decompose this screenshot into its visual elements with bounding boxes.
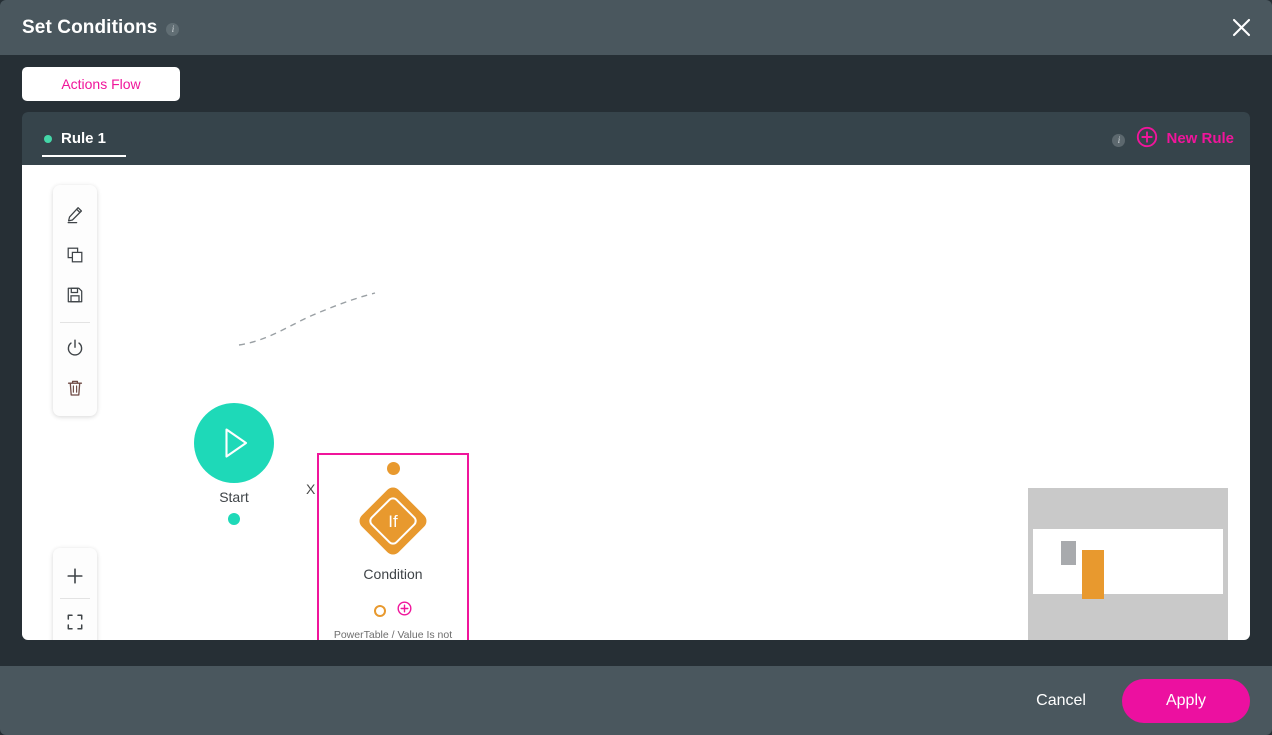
tab-actions-flow-label: Actions Flow	[61, 75, 141, 92]
if-diamond-icon: If	[356, 484, 430, 558]
add-condition-icon[interactable]	[397, 601, 412, 621]
trash-icon[interactable]	[58, 371, 92, 405]
pencil-icon[interactable]	[58, 198, 92, 232]
plus-circle-icon	[1136, 126, 1158, 152]
zoom-in-button[interactable]	[58, 559, 92, 593]
rule-status-dot	[44, 134, 52, 143]
subtab-bar: Actions Flow	[0, 55, 1272, 112]
dialog-body-spacer	[0, 640, 1272, 666]
edge-delete-marker[interactable]: X	[306, 481, 315, 497]
active-tab-underline	[42, 155, 126, 157]
flow-canvas[interactable]: X Start If Condition PowerTable / Value …	[22, 165, 1250, 640]
condition-expression: PowerTable / Value Is not empty AND Powe…	[333, 629, 453, 640]
tab-actions-flow[interactable]: Actions Flow	[22, 66, 180, 101]
then-branch-ports	[374, 601, 412, 621]
node-condition-label: Condition	[363, 566, 423, 582]
set-conditions-dialog: Set Conditions i Actions Flow Rule 1 i N…	[0, 0, 1272, 735]
minimap-node-condition	[1082, 550, 1104, 599]
start-output-port[interactable]	[228, 513, 240, 525]
power-icon[interactable]	[58, 331, 92, 365]
copy-icon[interactable]	[58, 238, 92, 272]
new-rule-button[interactable]: New Rule	[1136, 126, 1234, 152]
play-icon	[225, 428, 248, 458]
node-condition[interactable]: If Condition PowerTable / Value Is not e…	[317, 453, 469, 640]
node-toolbar	[53, 185, 97, 416]
tab-rule-1[interactable]: Rule 1	[42, 112, 126, 165]
start-circle	[194, 403, 274, 483]
canvas-minimap[interactable]	[1028, 488, 1228, 640]
rule-bar-actions: i New Rule	[1103, 126, 1234, 152]
condition-input-port[interactable]	[386, 462, 400, 475]
then-output-port[interactable]	[374, 605, 386, 617]
node-start-label: Start	[219, 489, 249, 505]
node-start[interactable]: Start	[193, 403, 275, 525]
rules-info-icon[interactable]: i	[1112, 133, 1126, 147]
rule-tab-bar: Rule 1 i New Rule	[22, 112, 1250, 165]
close-icon[interactable]	[1224, 11, 1258, 45]
dialog-footer: Cancel Apply	[0, 666, 1272, 735]
toolbar-divider	[60, 322, 90, 323]
cancel-button[interactable]: Cancel	[1014, 680, 1108, 722]
zoom-divider	[60, 598, 90, 599]
title-info-icon[interactable]: i	[166, 22, 180, 36]
minimap-node-start	[1061, 541, 1076, 565]
apply-button[interactable]: Apply	[1121, 678, 1250, 723]
rule-card: Rule 1 i New Rule X Start If Condition P…	[22, 112, 1250, 640]
dialog-header: Set Conditions i	[0, 0, 1272, 55]
fit-to-screen-button[interactable]	[58, 605, 92, 639]
new-rule-label: New Rule	[1166, 130, 1234, 147]
floppy-disk-icon[interactable]	[58, 278, 92, 312]
dialog-title: Set Conditions	[22, 16, 158, 38]
svg-text:If: If	[388, 512, 398, 531]
zoom-toolbar	[53, 548, 97, 640]
tab-rule-1-label: Rule 1	[61, 130, 107, 147]
